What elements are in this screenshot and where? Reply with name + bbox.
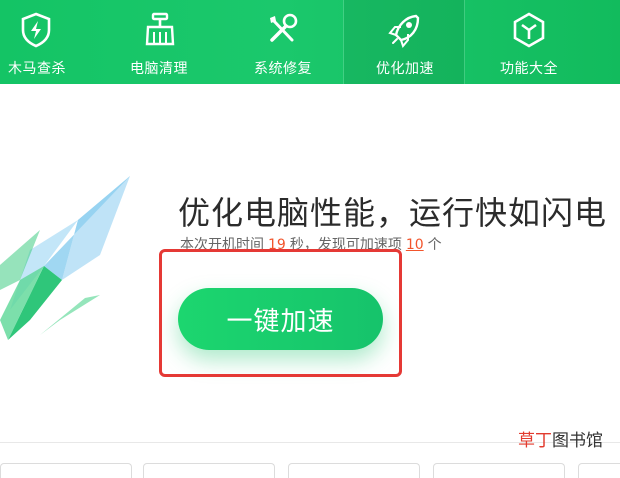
feature-card-stub [143,463,275,478]
speedup-items-count: 10 [405,237,424,253]
tab-label: 系统修复 [254,61,312,77]
cube-icon [509,10,549,50]
shield-bolt-icon [16,10,56,50]
feature-card-stub [578,463,620,478]
rocket-icon [384,10,424,50]
page-title: 优化电脑性能，运行快如闪电 [178,194,608,232]
tab-label: 优化加速 [376,61,434,77]
tab-optimize-speedup[interactable]: 优化加速 [344,0,464,84]
tab-divider [464,0,465,84]
broom-icon [141,10,181,50]
tools-icon [262,10,302,50]
tab-label: 电脑清理 [130,61,188,77]
tab-all-features[interactable]: 功能大全 [484,0,574,84]
annotation-highlight-box [159,249,402,377]
speedup-items-unit: 个 [427,237,442,253]
tab-pc-cleanup[interactable]: 电脑清理 [120,0,220,84]
watermark: 草丁图书馆 [518,431,603,451]
tab-system-repair[interactable]: 系统修复 [240,0,340,84]
tab-label: 功能大全 [500,61,558,77]
top-nav-bar: 木马查杀 电脑清理 系统修复 优化加速 功能大全 [0,0,620,84]
feature-card-stub [288,463,420,478]
feature-card-stub [433,463,565,478]
rocket-illustration [0,176,130,340]
tab-trojan-scan[interactable]: 木马查杀 [0,0,72,84]
tab-label: 木马查杀 [8,61,66,77]
feature-card-stub [0,463,132,478]
